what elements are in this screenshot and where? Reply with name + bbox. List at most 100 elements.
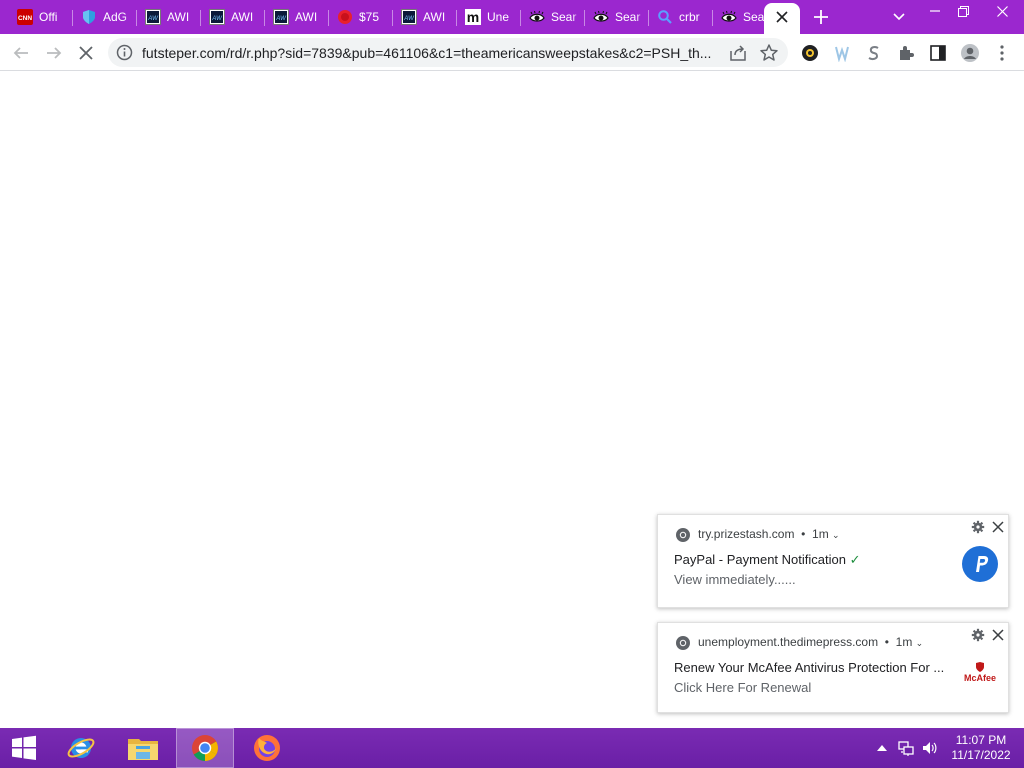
tab-title: Une xyxy=(487,10,510,24)
notification-mcafee[interactable]: unemployment.thedimepress.com • 1m ⌄ Ren… xyxy=(657,622,1009,713)
tab[interactable]: AW AWI xyxy=(393,3,457,31)
new-tab-button[interactable] xyxy=(810,6,832,28)
stop-icon xyxy=(79,46,93,60)
notification-paypal[interactable]: try.prizestash.com • 1m ⌄ PayPal - Payme… xyxy=(657,514,1009,608)
close-icon xyxy=(776,11,788,23)
network-button[interactable] xyxy=(898,740,914,756)
tab[interactable]: AW AWI xyxy=(201,3,265,31)
profile-button[interactable] xyxy=(957,40,983,66)
tab[interactable]: m Une xyxy=(457,3,521,31)
tab-title: AWI xyxy=(423,10,446,24)
chrome-small-icon xyxy=(676,528,690,542)
bookmark-star-icon[interactable] xyxy=(759,43,779,63)
tab[interactable]: Sear xyxy=(521,3,585,31)
close-icon xyxy=(996,5,1008,17)
tab[interactable]: AW AWI xyxy=(265,3,329,31)
aw-icon: AW xyxy=(145,9,161,25)
firefox-icon xyxy=(254,735,280,761)
plus-icon xyxy=(814,10,828,24)
tab[interactable]: $75 xyxy=(329,3,393,31)
tab[interactable]: AdG xyxy=(73,3,137,31)
svg-text:AW: AW xyxy=(147,16,159,22)
cnn-icon: CNN xyxy=(17,9,33,25)
clock-time: 11:07 PM xyxy=(955,733,1007,747)
close-tab-button[interactable] xyxy=(772,7,792,27)
eye-icon xyxy=(593,9,609,25)
avatar-icon xyxy=(961,44,979,62)
minimize-icon xyxy=(930,10,940,12)
taskbar-firefox[interactable] xyxy=(242,728,292,768)
start-button[interactable] xyxy=(0,728,48,768)
close-window-button[interactable] xyxy=(980,0,1024,22)
notification-title: PayPal - Payment Notification ✓ xyxy=(674,552,861,567)
notification-site: try.prizestash.com • 1m ⌄ xyxy=(698,527,840,541)
speaker-icon xyxy=(923,742,937,754)
clock-date: 11/17/2022 xyxy=(951,748,1011,762)
eye-icon xyxy=(529,9,545,25)
extensions-button[interactable] xyxy=(893,40,919,66)
shield-icon xyxy=(81,9,97,25)
tab-title: Sear xyxy=(615,10,641,24)
close-icon[interactable] xyxy=(991,628,1005,642)
kebab-menu-icon xyxy=(1000,45,1004,61)
url-text[interactable]: futsteper.com/rd/r.php?sid=7839&pub=4611… xyxy=(142,45,722,61)
stop-loading-button[interactable] xyxy=(73,40,99,66)
aw-icon: AW xyxy=(209,9,225,25)
tab[interactable]: Sear xyxy=(585,3,649,31)
svg-text:AW: AW xyxy=(403,16,415,22)
extension-3-button[interactable] xyxy=(861,40,887,66)
info-icon[interactable] xyxy=(116,44,133,61)
restore-button[interactable] xyxy=(946,0,980,22)
paypal-icon xyxy=(962,546,998,582)
side-panel-icon xyxy=(930,45,946,61)
notification-title: Renew Your McAfee Antivirus Protection F… xyxy=(674,660,945,675)
share-icon[interactable] xyxy=(728,43,748,63)
mcafee-logo-text: McAfee xyxy=(963,672,996,683)
file-explorer-icon xyxy=(128,739,158,760)
mcafee-logo: McAfee xyxy=(962,654,998,690)
menu-button[interactable] xyxy=(989,40,1015,66)
tab-title: Offi xyxy=(39,10,58,24)
gear-icon[interactable] xyxy=(971,520,985,534)
chrome-small-icon xyxy=(676,636,690,650)
tab-title: AWI xyxy=(167,10,190,24)
tab[interactable]: crbr xyxy=(649,3,713,31)
side-panel-button[interactable] xyxy=(925,40,951,66)
extension-w-icon xyxy=(835,46,849,62)
mcafee-shield-icon xyxy=(976,661,984,672)
close-icon[interactable] xyxy=(991,520,1005,534)
system-clock[interactable]: 11:07 PM 11/17/2022 xyxy=(946,733,1016,763)
back-arrow-icon xyxy=(13,47,28,59)
screen: CNN Offi AdG AW AWI AW AWI AW AWI $75 AW AWI m Une Sea… xyxy=(0,0,1024,768)
back-button[interactable] xyxy=(8,40,34,66)
taskbar-file-explorer[interactable] xyxy=(118,728,168,768)
extension-s-icon xyxy=(868,46,879,61)
gear-icon[interactable] xyxy=(971,628,985,642)
aw-icon: AW xyxy=(401,9,417,25)
taskbar-chrome[interactable] xyxy=(176,728,234,768)
taskbar-internet-explorer[interactable] xyxy=(56,728,106,768)
taskbar: 11:07 PM 11/17/2022 xyxy=(0,728,1024,768)
notification-body: View immediately...... xyxy=(674,572,796,587)
tab-title: AdG xyxy=(103,10,128,24)
tab[interactable]: AW AWI xyxy=(137,3,201,31)
tab[interactable]: CNN Offi xyxy=(9,3,73,31)
puzzle-icon xyxy=(900,46,914,60)
tab-title: crbr xyxy=(679,10,700,24)
extension-2-button[interactable] xyxy=(829,40,855,66)
eye-icon xyxy=(721,9,737,25)
browser-toolbar: futsteper.com/rd/r.php?sid=7839&pub=4611… xyxy=(0,34,1024,71)
tab-title: $75 xyxy=(359,10,380,24)
red-circle-icon xyxy=(337,9,353,25)
chrome-icon xyxy=(192,735,218,761)
m-icon: m xyxy=(465,9,481,25)
volume-button[interactable] xyxy=(922,740,938,756)
extension-1-button[interactable] xyxy=(797,40,823,66)
tab-title: Sear xyxy=(551,10,577,24)
forward-button[interactable] xyxy=(41,40,67,66)
svg-text:AW: AW xyxy=(275,16,287,22)
address-bar[interactable]: futsteper.com/rd/r.php?sid=7839&pub=4611… xyxy=(108,38,788,67)
show-hidden-icons-button[interactable] xyxy=(874,740,890,756)
notification-site: unemployment.thedimepress.com • 1m ⌄ xyxy=(698,635,924,649)
tab-search-button[interactable] xyxy=(889,8,909,26)
